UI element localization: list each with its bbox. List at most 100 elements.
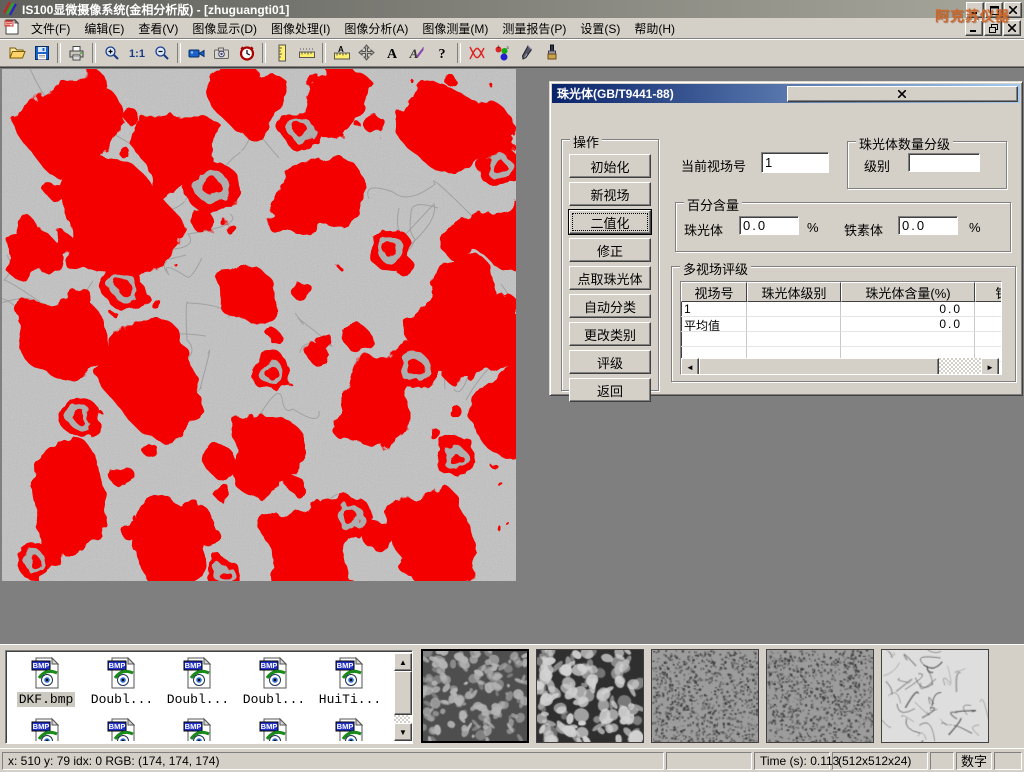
- menu-item-file[interactable]: 文件(F): [24, 18, 77, 39]
- scroll-left-button[interactable]: ◄: [681, 358, 699, 375]
- op-button[interactable]: 更改类别: [569, 322, 651, 346]
- zoom-in-button[interactable]: [99, 41, 124, 64]
- child-minimize-button[interactable]: [965, 20, 983, 36]
- grade-input[interactable]: [908, 153, 980, 172]
- op-button[interactable]: 修正: [569, 238, 651, 262]
- file-item[interactable]: BMPDoubl...: [84, 656, 160, 707]
- video-capture-button[interactable]: [184, 41, 209, 64]
- image-thumbnail[interactable]: [421, 649, 529, 743]
- scroll-right-button[interactable]: ►: [981, 358, 999, 375]
- print-button[interactable]: [64, 41, 89, 64]
- pen-tool-button[interactable]: [514, 41, 539, 64]
- dialog-title: 珠光体(GB/T9441-88): [557, 85, 787, 102]
- thumbnail-image: [882, 650, 988, 742]
- count-points-tool-button[interactable]: 13: [489, 41, 514, 64]
- table-cell: [975, 302, 1002, 317]
- camera-capture-button[interactable]: [209, 41, 234, 64]
- ruler-horizontal-button[interactable]: [294, 41, 319, 64]
- menu-item-edit[interactable]: 编辑(E): [77, 18, 131, 39]
- ruler-vertical-button[interactable]: [269, 41, 294, 64]
- maximize-button[interactable]: [985, 2, 1003, 18]
- zoom-out-button[interactable]: [149, 41, 174, 64]
- table-cell: 1: [681, 302, 747, 317]
- menu-item-image-analysis[interactable]: 图像分析(A): [337, 18, 415, 39]
- table-row[interactable]: [681, 332, 1002, 347]
- file-item[interactable]: BMP: [84, 717, 160, 741]
- pearlite-input[interactable]: [739, 216, 799, 235]
- dialog-close-button[interactable]: [787, 86, 1019, 102]
- dialog-title-bar[interactable]: 珠光体(GB/T9441-88): [552, 84, 1020, 103]
- file-item[interactable]: BMP: [8, 717, 84, 741]
- bmp-file-icon: BMP: [333, 656, 367, 690]
- ferrite-input[interactable]: [898, 216, 958, 235]
- save-file-button[interactable]: [29, 41, 54, 64]
- file-item[interactable]: BMP: [160, 717, 236, 741]
- op-button[interactable]: 新视场: [569, 182, 651, 206]
- toolbar-separator: [57, 43, 61, 63]
- toolbar-separator: [92, 43, 96, 63]
- text-tool-button[interactable]: A: [379, 41, 404, 64]
- image-thumbnail[interactable]: [881, 649, 989, 743]
- op-button[interactable]: 初始化: [569, 154, 651, 178]
- op-button[interactable]: 返回: [569, 378, 651, 402]
- menu-item-image-measure[interactable]: 图像测量(M): [415, 18, 495, 39]
- pearlite-percent-sign: %: [807, 220, 819, 235]
- menu-item-image-process[interactable]: 图像处理(I): [264, 18, 337, 39]
- close-button[interactable]: [1004, 2, 1022, 18]
- toolbar-separator: [177, 43, 181, 63]
- table-horizontal-scrollbar[interactable]: ◄ ►: [681, 358, 999, 374]
- child-restore-button[interactable]: [984, 20, 1002, 36]
- file-item[interactable]: BMPDKF.bmp: [8, 656, 84, 707]
- status-panel-empty: [994, 752, 1022, 770]
- table-cell: [747, 317, 841, 332]
- multiview-table: 视场号珠光体级别珠光体含量(%)铁素体含量(%) 10.0平均值0.0 ◄ ►: [680, 281, 1002, 375]
- current-field-input[interactable]: [761, 152, 829, 173]
- text-style-tool-button[interactable]: A: [404, 41, 429, 64]
- child-close-button[interactable]: [1003, 20, 1021, 36]
- scrollbar-thumb[interactable]: [699, 358, 939, 375]
- file-item[interactable]: BMP: [236, 717, 312, 741]
- menu-item-settings[interactable]: 设置(S): [573, 18, 627, 39]
- op-button[interactable]: 点取珠光体: [569, 266, 651, 290]
- menu-item-measure-report[interactable]: 测量报告(P): [495, 18, 573, 39]
- image-thumbnail[interactable]: [651, 649, 759, 743]
- file-item[interactable]: BMP: [312, 717, 388, 741]
- minimize-button[interactable]: [966, 2, 984, 18]
- operations-group: 操作 初始化新视场二值化修正点取珠光体自动分类更改类别评级返回: [561, 139, 659, 391]
- image-thumbnail[interactable]: [536, 649, 644, 743]
- table-header-cell: 视场号: [681, 282, 747, 302]
- open-file-button[interactable]: [4, 41, 29, 64]
- image-thumbnail[interactable]: [766, 649, 874, 743]
- brush-tool-button[interactable]: [539, 41, 564, 64]
- scrollbar-thumb[interactable]: [394, 671, 412, 715]
- file-list-scrollbar[interactable]: ▲ ▼: [394, 653, 410, 741]
- file-item[interactable]: BMPHuiTi...: [312, 656, 388, 707]
- multiview-group: 多视场评级 视场号珠光体级别珠光体含量(%)铁素体含量(%) 10.0平均值0.…: [671, 266, 1016, 382]
- menu-item-image-display[interactable]: 图像显示(D): [185, 18, 264, 39]
- help-button[interactable]: ?: [429, 41, 454, 64]
- ruler-text-button[interactable]: A: [329, 41, 354, 64]
- actual-size-button[interactable]: 1:1: [124, 41, 149, 64]
- file-item[interactable]: BMPDoubl...: [160, 656, 236, 707]
- file-item[interactable]: BMPDoubl...: [236, 656, 312, 707]
- percent-group-label: 百分含量: [684, 195, 742, 214]
- menu-item-view[interactable]: 查看(V): [131, 18, 185, 39]
- svg-text:BMP: BMP: [185, 661, 202, 670]
- move-tool-button[interactable]: [354, 41, 379, 64]
- curve-tool-button[interactable]: [464, 41, 489, 64]
- scroll-down-button[interactable]: ▼: [394, 723, 412, 741]
- menu-item-help[interactable]: 帮助(H): [627, 18, 682, 39]
- bmp-file-icon: BMP: [257, 717, 291, 741]
- table-row[interactable]: 平均值0.0: [681, 317, 1002, 332]
- scrollbar-track[interactable]: [394, 715, 410, 723]
- file-name: DKF.bmp: [17, 692, 76, 707]
- scroll-up-button[interactable]: ▲: [394, 653, 412, 671]
- op-button[interactable]: 二值化: [569, 210, 651, 234]
- timer-button[interactable]: [234, 41, 259, 64]
- table-header-cell: 珠光体级别: [747, 282, 841, 302]
- op-button[interactable]: 评级: [569, 350, 651, 374]
- micrograph-image[interactable]: [2, 69, 516, 581]
- scrollbar-track[interactable]: [939, 358, 981, 374]
- table-row[interactable]: 10.0: [681, 302, 1002, 317]
- op-button[interactable]: 自动分类: [569, 294, 651, 318]
